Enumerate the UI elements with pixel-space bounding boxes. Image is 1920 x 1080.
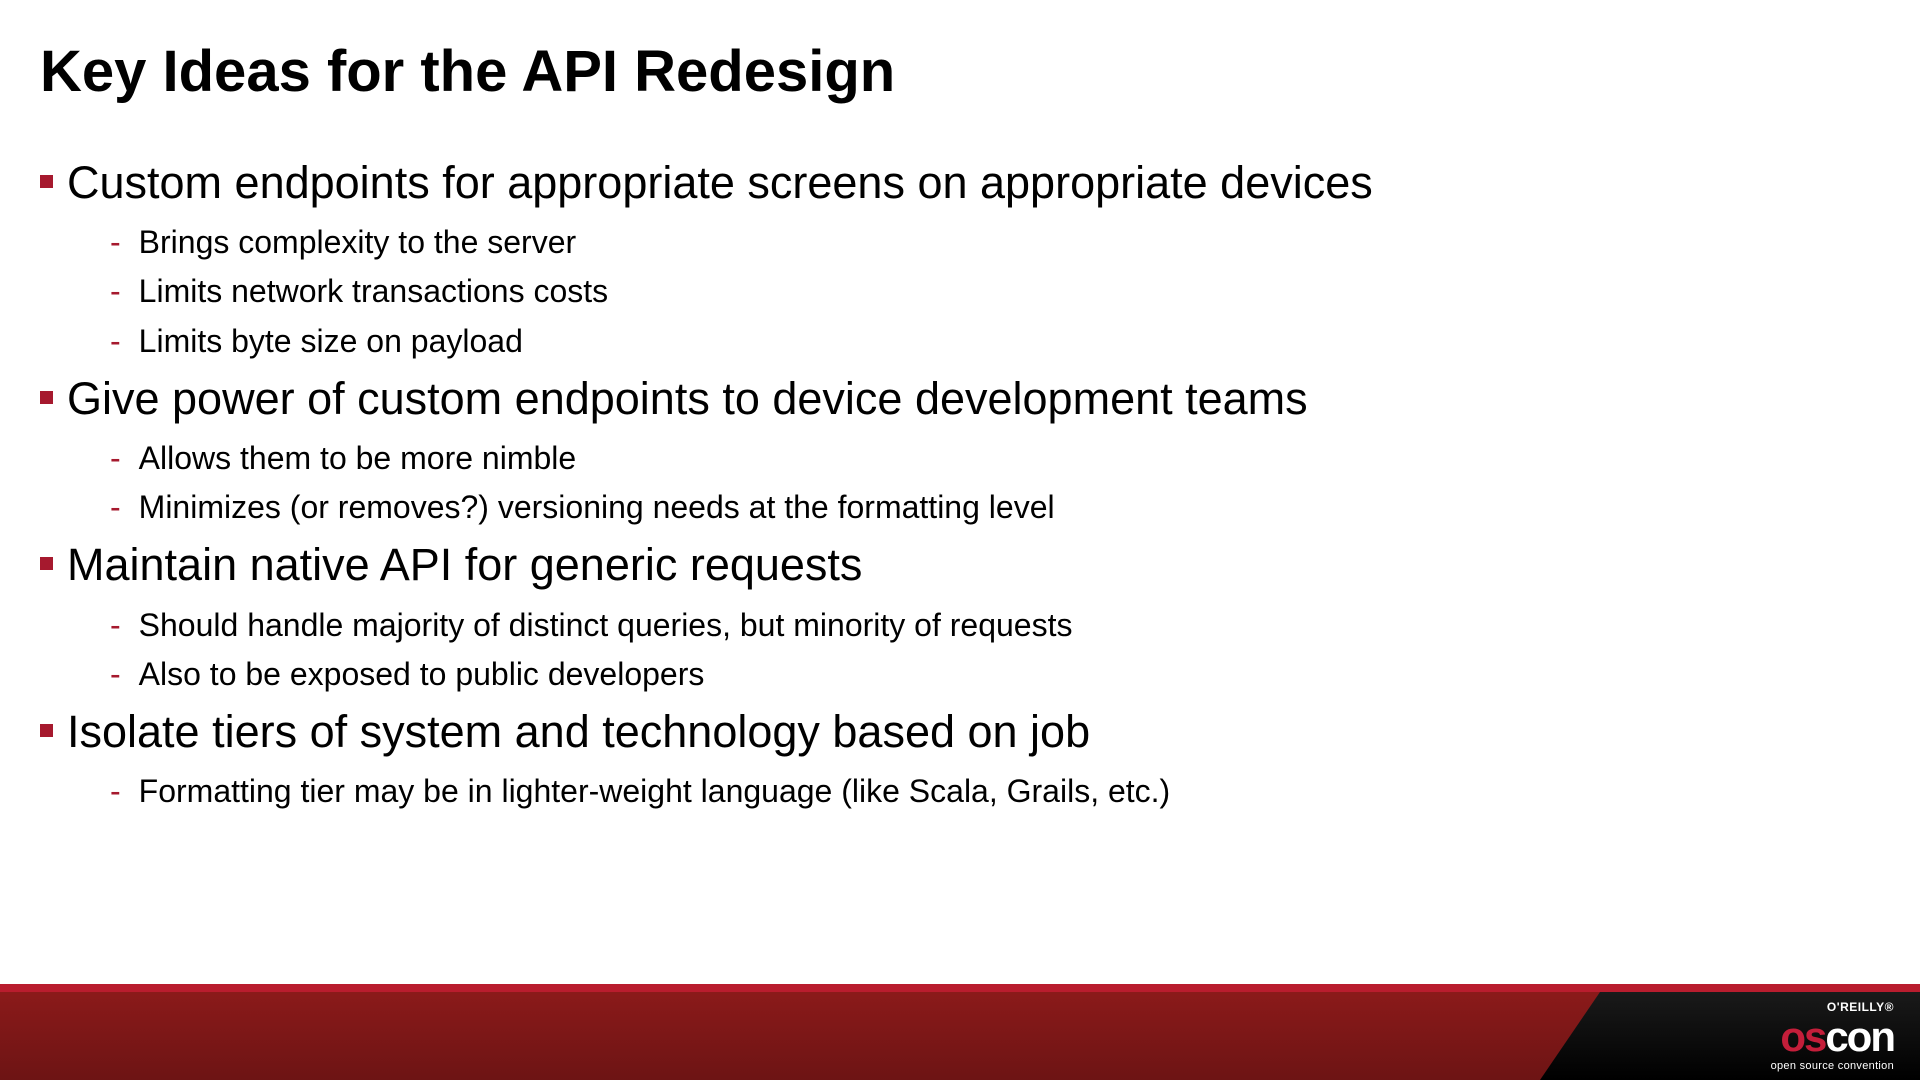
footer-brand-block: O'REILLY® oscon open source convention — [1540, 992, 1920, 1080]
oscon-logo: oscon — [1780, 1016, 1894, 1058]
sub-bullet-text: Also to be exposed to public developers — [139, 653, 705, 696]
dash-icon: - — [110, 604, 121, 647]
sub-bullet-text: Should handle majority of distinct queri… — [139, 604, 1073, 647]
dash-icon: - — [110, 320, 121, 363]
sub-bullet-text: Formatting tier may be in lighter-weight… — [139, 770, 1171, 813]
sub-bullet: - Brings complexity to the server — [40, 221, 1880, 264]
bullet-square-icon — [40, 391, 53, 404]
dash-icon: - — [110, 270, 121, 313]
main-bullet: Isolate tiers of system and technology b… — [40, 704, 1880, 760]
sub-bullet: - Minimizes (or removes?) versioning nee… — [40, 486, 1880, 529]
sub-bullet-text: Limits network transactions costs — [139, 270, 609, 313]
dash-icon: - — [110, 486, 121, 529]
main-bullet: Custom endpoints for appropriate screens… — [40, 155, 1880, 211]
footer-accent-bar — [0, 984, 1920, 992]
bullet-group-0: Custom endpoints for appropriate screens… — [40, 155, 1880, 363]
sub-bullet: - Formatting tier may be in lighter-weig… — [40, 770, 1880, 813]
oscon-os: os — [1780, 1016, 1825, 1058]
main-bullet: Maintain native API for generic requests — [40, 537, 1880, 593]
dash-icon: - — [110, 437, 121, 480]
sub-bullet-text: Allows them to be more nimble — [139, 437, 577, 480]
bullet-square-icon — [40, 724, 53, 737]
sub-bullet: - Also to be exposed to public developer… — [40, 653, 1880, 696]
main-bullet: Give power of custom endpoints to device… — [40, 371, 1880, 427]
sub-bullet-text: Minimizes (or removes?) versioning needs… — [139, 486, 1055, 529]
bullet-square-icon — [40, 557, 53, 570]
main-bullet-text: Give power of custom endpoints to device… — [67, 371, 1308, 427]
sub-bullet: - Should handle majority of distinct que… — [40, 604, 1880, 647]
sub-bullet: - Limits byte size on payload — [40, 320, 1880, 363]
oreilly-label: O'REILLY® — [1827, 1000, 1894, 1014]
bullet-square-icon — [40, 175, 53, 188]
bullet-group-3: Isolate tiers of system and technology b… — [40, 704, 1880, 813]
bullet-group-2: Maintain native API for generic requests… — [40, 537, 1880, 696]
footer-main: O'REILLY® oscon open source convention — [0, 992, 1920, 1080]
dash-icon: - — [110, 221, 121, 264]
main-bullet-text: Maintain native API for generic requests — [67, 537, 862, 593]
slide-footer: O'REILLY® oscon open source convention — [0, 984, 1920, 1080]
dash-icon: - — [110, 770, 121, 813]
sub-bullet: - Allows them to be more nimble — [40, 437, 1880, 480]
main-bullet-text: Isolate tiers of system and technology b… — [67, 704, 1090, 760]
oscon-tagline: open source convention — [1771, 1060, 1894, 1072]
sub-bullet-text: Limits byte size on payload — [139, 320, 523, 363]
sub-bullet: - Limits network transactions costs — [40, 270, 1880, 313]
oscon-con: con — [1825, 1016, 1894, 1058]
slide-title: Key Ideas for the API Redesign — [40, 38, 1880, 105]
slide-content: Key Ideas for the API Redesign Custom en… — [0, 0, 1920, 814]
bullet-group-1: Give power of custom endpoints to device… — [40, 371, 1880, 530]
main-bullet-text: Custom endpoints for appropriate screens… — [67, 155, 1373, 211]
dash-icon: - — [110, 653, 121, 696]
sub-bullet-text: Brings complexity to the server — [139, 221, 577, 264]
